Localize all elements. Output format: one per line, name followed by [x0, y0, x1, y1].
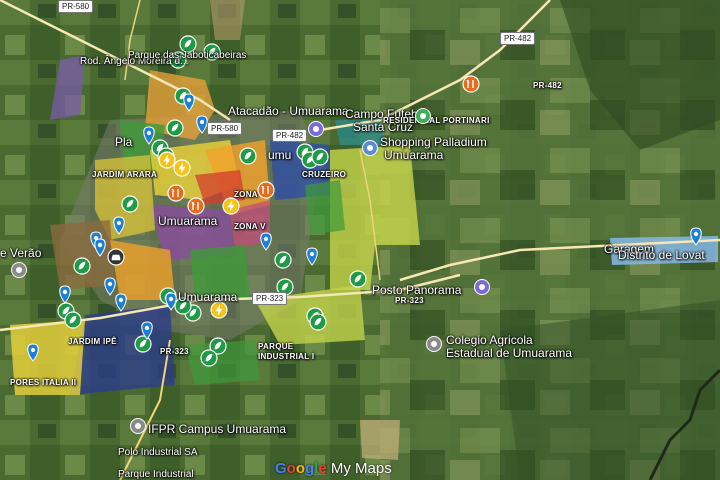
- satellite-map[interactable]: [0, 0, 720, 480]
- place-label[interactable]: e Verão: [0, 246, 41, 260]
- neighborhood-label: JARDIM ARARA: [92, 170, 158, 179]
- place-label[interactable]: Shopping Palladium: [380, 135, 487, 149]
- zone-label: ZONA: [234, 190, 258, 199]
- food-marker-icon[interactable]: [167, 184, 185, 202]
- city-label[interactable]: Umuarama: [178, 290, 237, 304]
- road-shield: PR-482: [500, 32, 536, 45]
- bare-field: [210, 0, 245, 40]
- place-label[interactable]: Colegio Agricola: [446, 333, 533, 347]
- bolt-marker-icon[interactable]: [210, 301, 228, 319]
- road-shield: PR-482: [272, 129, 308, 142]
- leaf-marker-icon[interactable]: [274, 251, 292, 269]
- leaf-marker-icon[interactable]: [200, 349, 218, 367]
- road-label: PR-323: [395, 296, 424, 305]
- bolt-marker-icon[interactable]: [222, 197, 240, 215]
- leaf-marker-icon[interactable]: [73, 257, 91, 275]
- neighborhood-label: CRUZEIRO: [302, 170, 347, 179]
- place-label[interactable]: Umuarama: [384, 148, 443, 162]
- forest-patch: [500, 300, 720, 480]
- poi-pin-icon[interactable]: [415, 108, 431, 124]
- leaf-marker-icon[interactable]: [311, 148, 329, 166]
- zone-label: ZONA V: [234, 222, 266, 231]
- neighborhood-label: INDUSTRIAL I: [258, 352, 315, 361]
- place-label[interactable]: Posto Panorama: [372, 283, 461, 297]
- place-label[interactable]: Estadual de Umuarama: [446, 346, 572, 360]
- neighborhood-label: JARDIM IPÊ: [68, 337, 117, 346]
- neighborhood-label: PARQUE: [258, 342, 294, 351]
- place-label[interactable]: RESIDENCIAL PORTINARI: [383, 116, 490, 125]
- place-label[interactable]: Polo Industrial SA: [118, 447, 198, 458]
- leaf-marker-icon[interactable]: [166, 119, 184, 137]
- food-marker-icon[interactable]: [257, 181, 275, 199]
- leaf-marker-icon[interactable]: [134, 335, 152, 353]
- road-shield: PR-580: [207, 122, 243, 135]
- road-label: PR-482: [533, 81, 562, 90]
- bare-field: [360, 420, 400, 460]
- poi-pin-icon[interactable]: [474, 279, 490, 295]
- bolt-marker-icon[interactable]: [173, 159, 191, 177]
- place-label[interactable]: IFPR Campus Umuarama: [148, 422, 286, 436]
- place-label[interactable]: umu: [268, 148, 291, 162]
- road-shield: PR-580: [58, 0, 94, 13]
- poi-pin-icon[interactable]: [426, 336, 442, 352]
- place-label[interactable]: Parque das Jaboticabeiras: [128, 50, 246, 61]
- place-label[interactable]: Atacadão - Umuarama: [228, 104, 349, 118]
- place-label[interactable]: Distrito de Lovat: [618, 248, 705, 262]
- shopping-pin-icon[interactable]: [362, 140, 378, 156]
- bolt-marker-icon[interactable]: [158, 151, 176, 169]
- place-label[interactable]: Parque Industrial: [118, 469, 194, 480]
- food-marker-icon[interactable]: [187, 197, 205, 215]
- road-label: PR-323: [160, 347, 189, 356]
- food-marker-icon[interactable]: [462, 75, 480, 93]
- poi-pin-icon[interactable]: [130, 418, 146, 434]
- leaf-marker-icon[interactable]: [349, 270, 367, 288]
- road-shield: PR-323: [252, 292, 288, 305]
- poi-pin-icon[interactable]: [11, 262, 27, 278]
- leaf-marker-icon[interactable]: [239, 147, 257, 165]
- leaf-marker-icon[interactable]: [64, 311, 82, 329]
- google-my-maps-logo: Google My Maps: [275, 460, 392, 477]
- leaf-marker-icon[interactable]: [121, 195, 139, 213]
- neighborhood-label: PORES ITALIA II: [10, 378, 77, 387]
- place-label[interactable]: Pla: [115, 135, 132, 149]
- car-marker-icon[interactable]: [107, 248, 125, 266]
- zone-green-e: [305, 180, 345, 235]
- poi-pin-icon[interactable]: [308, 121, 324, 137]
- city-label[interactable]: Umuarama: [158, 214, 217, 228]
- leaf-marker-icon[interactable]: [309, 313, 327, 331]
